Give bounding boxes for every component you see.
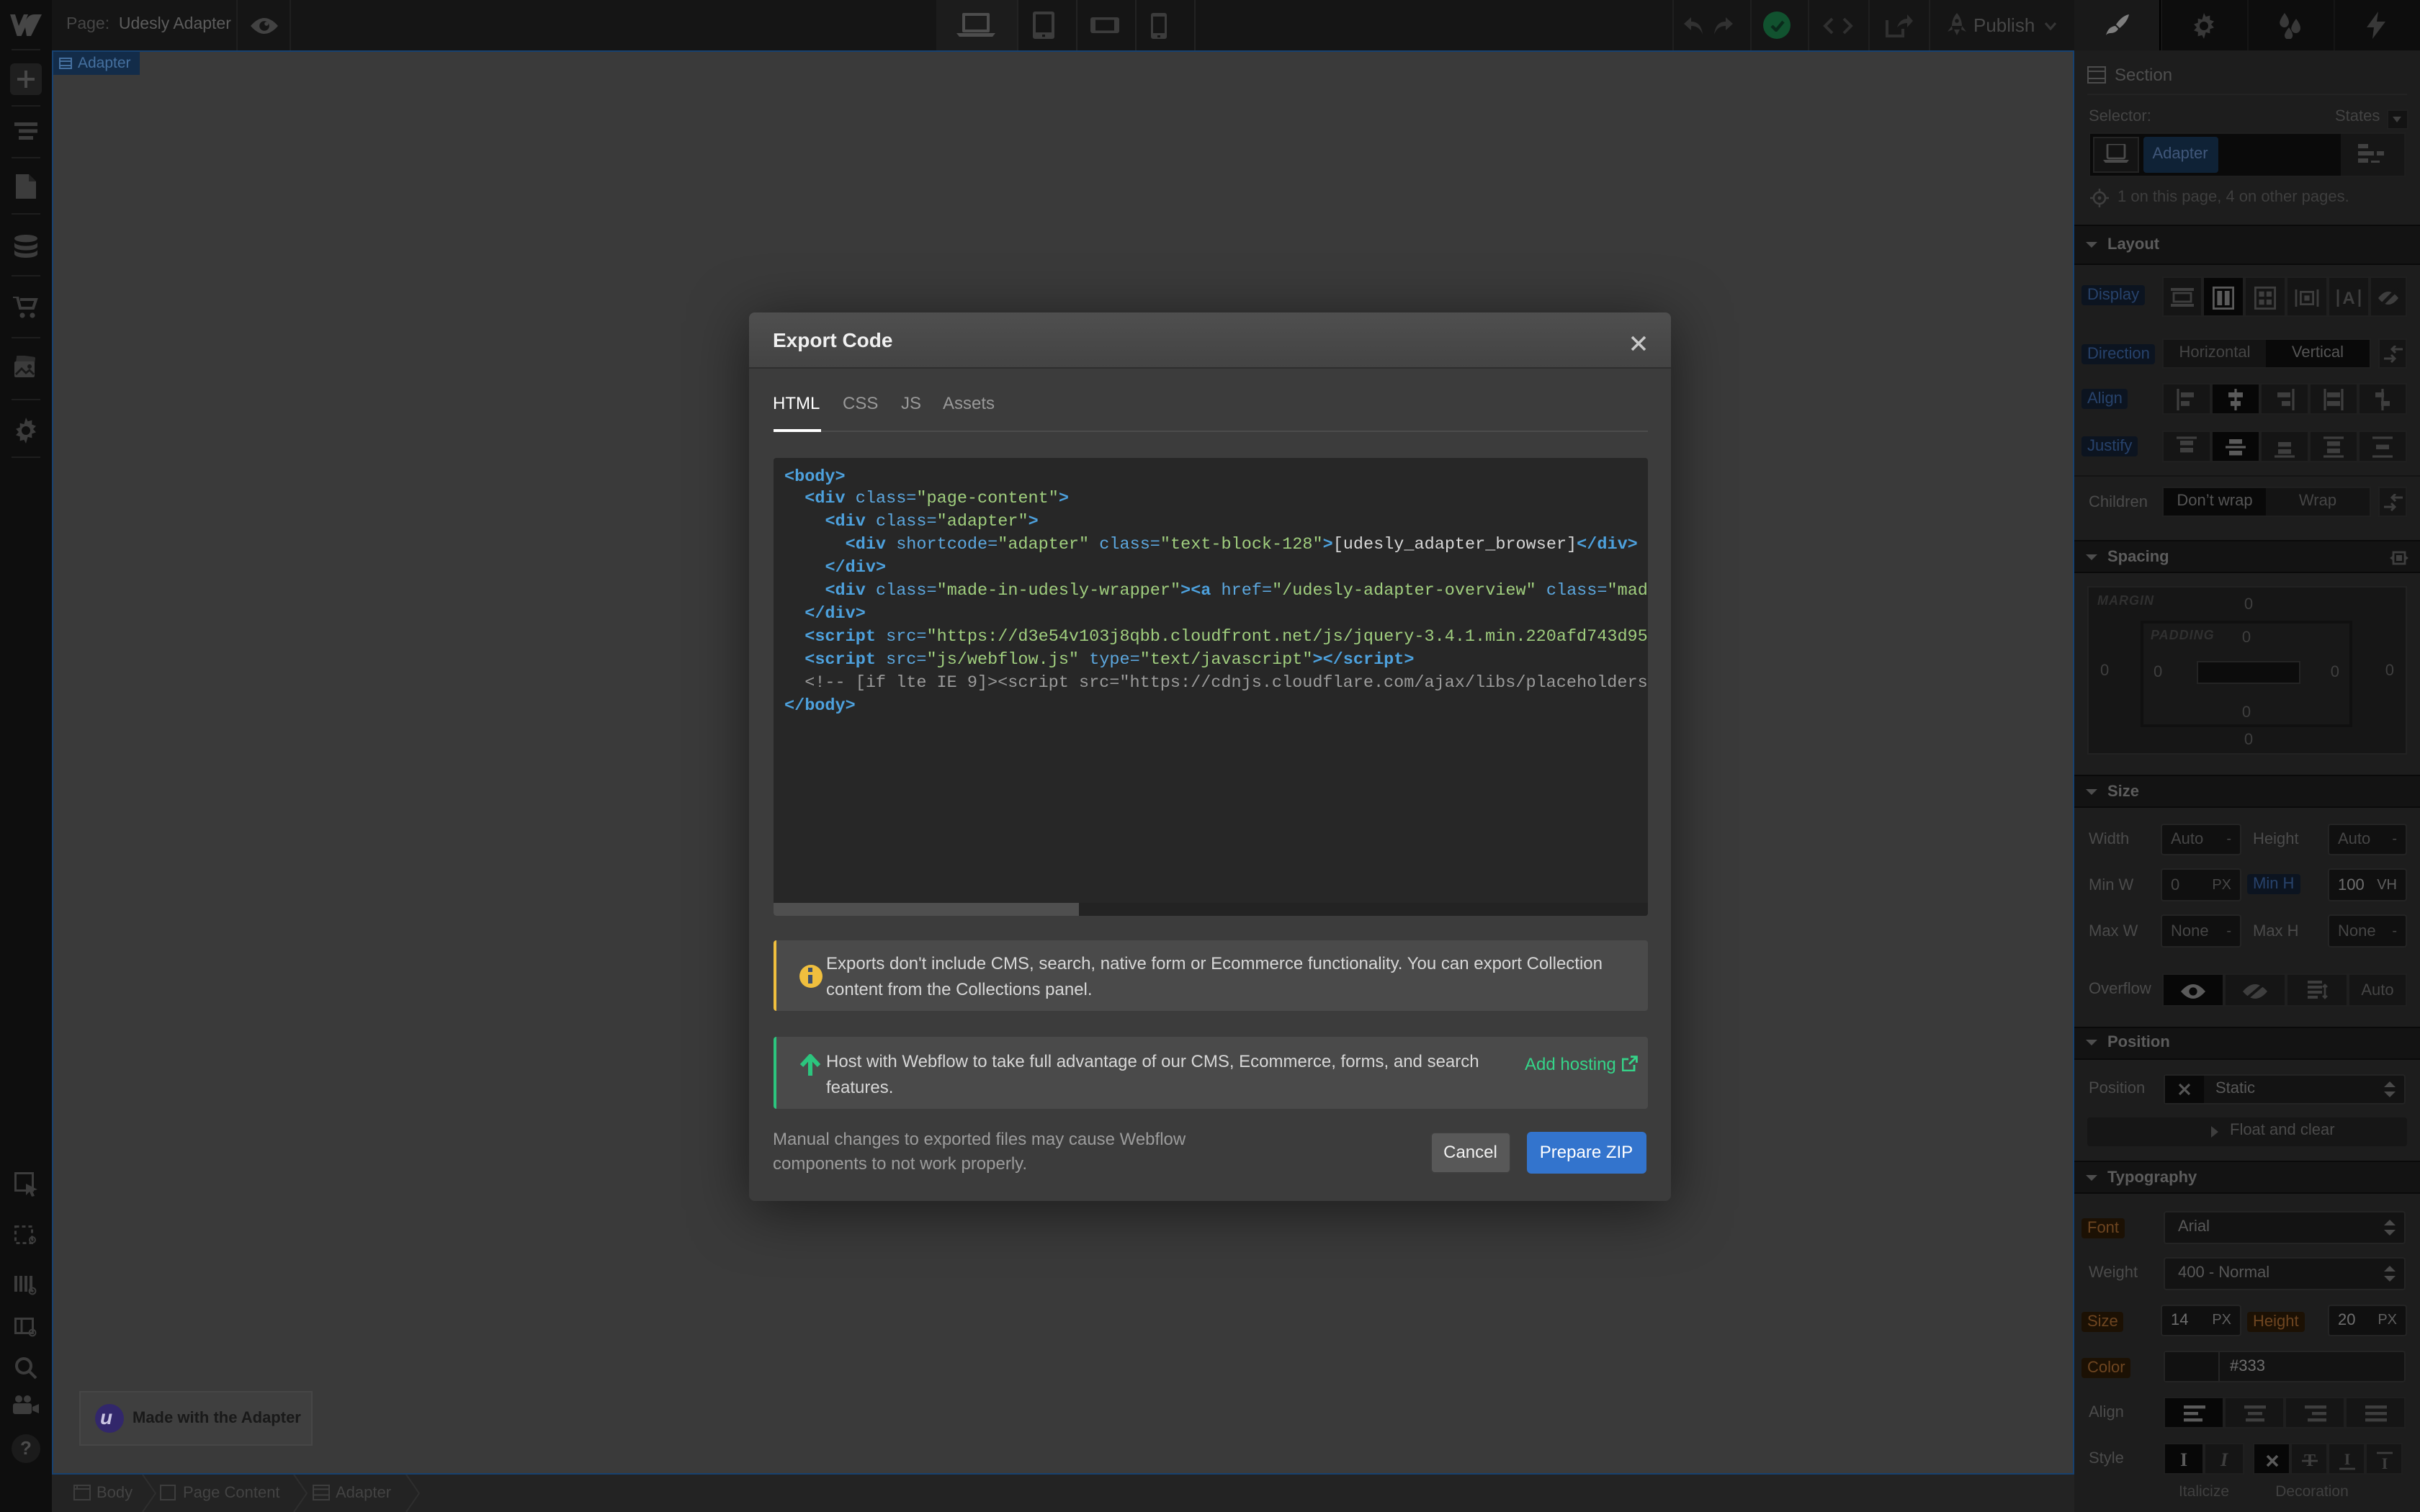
svg-text:I: I	[2381, 1454, 2388, 1470]
svg-text:A: A	[2342, 289, 2354, 308]
svg-text:I: I	[2344, 1451, 2350, 1467]
